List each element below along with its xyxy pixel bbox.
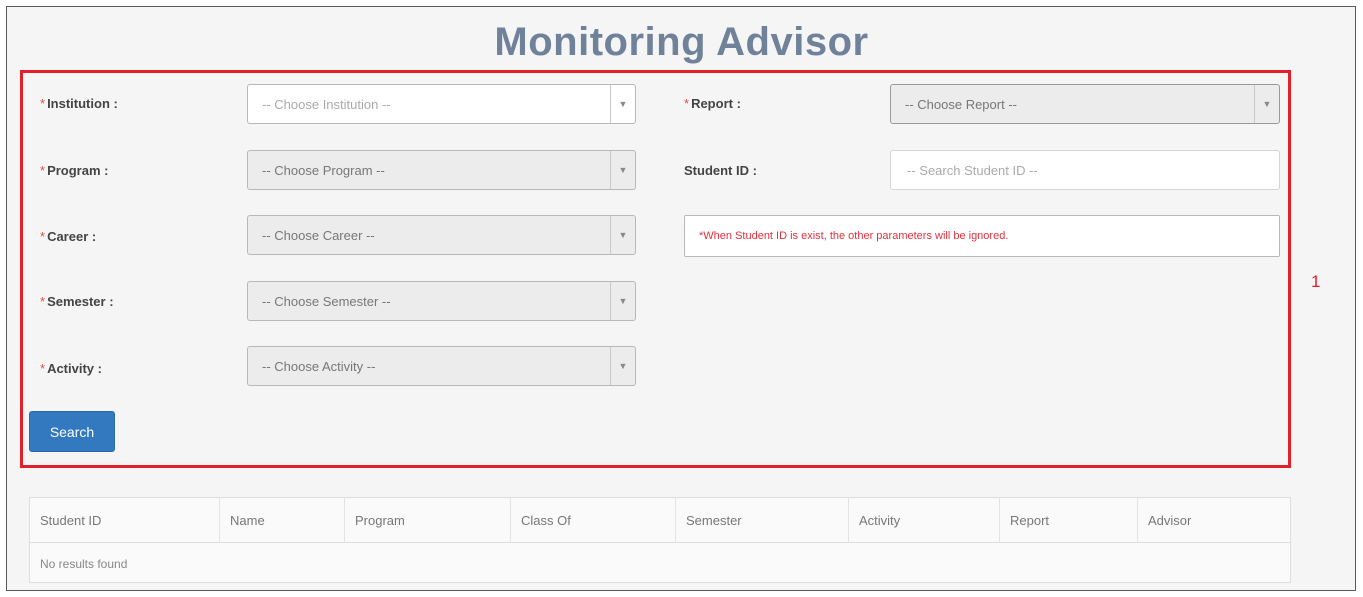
empty-results-message: No results found	[40, 557, 128, 571]
column-header-program[interactable]: Program	[345, 498, 511, 542]
report-label-text: Report :	[691, 96, 741, 111]
institution-select[interactable]: -- Choose Institution -- ▼	[247, 84, 636, 124]
semester-select[interactable]: -- Choose Semester -- ▼	[247, 281, 636, 321]
student-id-input[interactable]: -- Search Student ID --	[890, 150, 1280, 190]
program-label: * Program :	[40, 163, 108, 178]
column-header-report[interactable]: Report	[1000, 498, 1138, 542]
required-mark: *	[684, 96, 690, 111]
chevron-down-icon[interactable]: ▼	[610, 282, 635, 320]
semester-label-text: Semester :	[47, 294, 114, 309]
institution-label: * Institution :	[40, 96, 118, 111]
column-header-class-of[interactable]: Class Of	[511, 498, 676, 542]
student-id-placeholder: -- Search Student ID --	[907, 162, 1038, 178]
activity-select[interactable]: -- Choose Activity -- ▼	[247, 346, 636, 386]
chevron-down-icon[interactable]: ▼	[1254, 85, 1279, 123]
chevron-down-icon[interactable]: ▼	[610, 347, 635, 385]
results-table: Student ID Name Program Class Of Semeste…	[29, 497, 1291, 583]
required-mark: *	[40, 163, 46, 178]
table-header: Student ID Name Program Class Of Semeste…	[30, 498, 1290, 543]
column-header-semester[interactable]: Semester	[676, 498, 849, 542]
activity-label-text: Activity :	[47, 361, 102, 376]
career-select[interactable]: -- Choose Career -- ▼	[247, 215, 636, 255]
callout-number: 1	[1311, 272, 1321, 291]
career-select-value: -- Choose Career --	[262, 227, 375, 243]
column-header-activity[interactable]: Activity	[849, 498, 1000, 542]
program-select[interactable]: -- Choose Program -- ▼	[247, 150, 636, 190]
career-label-text: Career :	[47, 229, 97, 244]
report-select-value: -- Choose Report --	[905, 96, 1017, 112]
highlight-box	[20, 70, 1291, 468]
career-label: * Career :	[40, 229, 96, 244]
program-label-text: Program :	[47, 163, 109, 178]
student-id-notice: *When Student ID is exist, the other par…	[684, 215, 1280, 257]
column-header-name[interactable]: Name	[220, 498, 345, 542]
chevron-down-icon[interactable]: ▼	[610, 216, 635, 254]
semester-label: * Semester :	[40, 294, 114, 309]
required-mark: *	[40, 294, 46, 309]
required-mark: *	[40, 361, 46, 376]
program-select-value: -- Choose Program --	[262, 162, 385, 178]
report-select[interactable]: -- Choose Report -- ▼	[890, 84, 1280, 124]
chevron-down-icon[interactable]: ▼	[610, 151, 635, 189]
institution-label-text: Institution :	[47, 96, 118, 111]
student-id-label: Student ID :	[684, 163, 757, 178]
required-mark: *	[40, 96, 46, 111]
student-id-label-text: Student ID :	[684, 163, 757, 178]
page-title: Monitoring Advisor	[494, 20, 869, 64]
semester-select-value: -- Choose Semester --	[262, 293, 391, 309]
search-button[interactable]: Search	[29, 411, 115, 452]
chevron-down-icon[interactable]: ▼	[610, 85, 635, 123]
institution-select-value: -- Choose Institution --	[262, 96, 391, 112]
column-header-student-id[interactable]: Student ID	[30, 498, 220, 542]
report-label: * Report :	[684, 96, 741, 111]
column-header-advisor[interactable]: Advisor	[1138, 498, 1290, 542]
activity-select-value: -- Choose Activity --	[262, 358, 376, 374]
required-mark: *	[40, 229, 46, 244]
activity-label: * Activity :	[40, 361, 102, 376]
